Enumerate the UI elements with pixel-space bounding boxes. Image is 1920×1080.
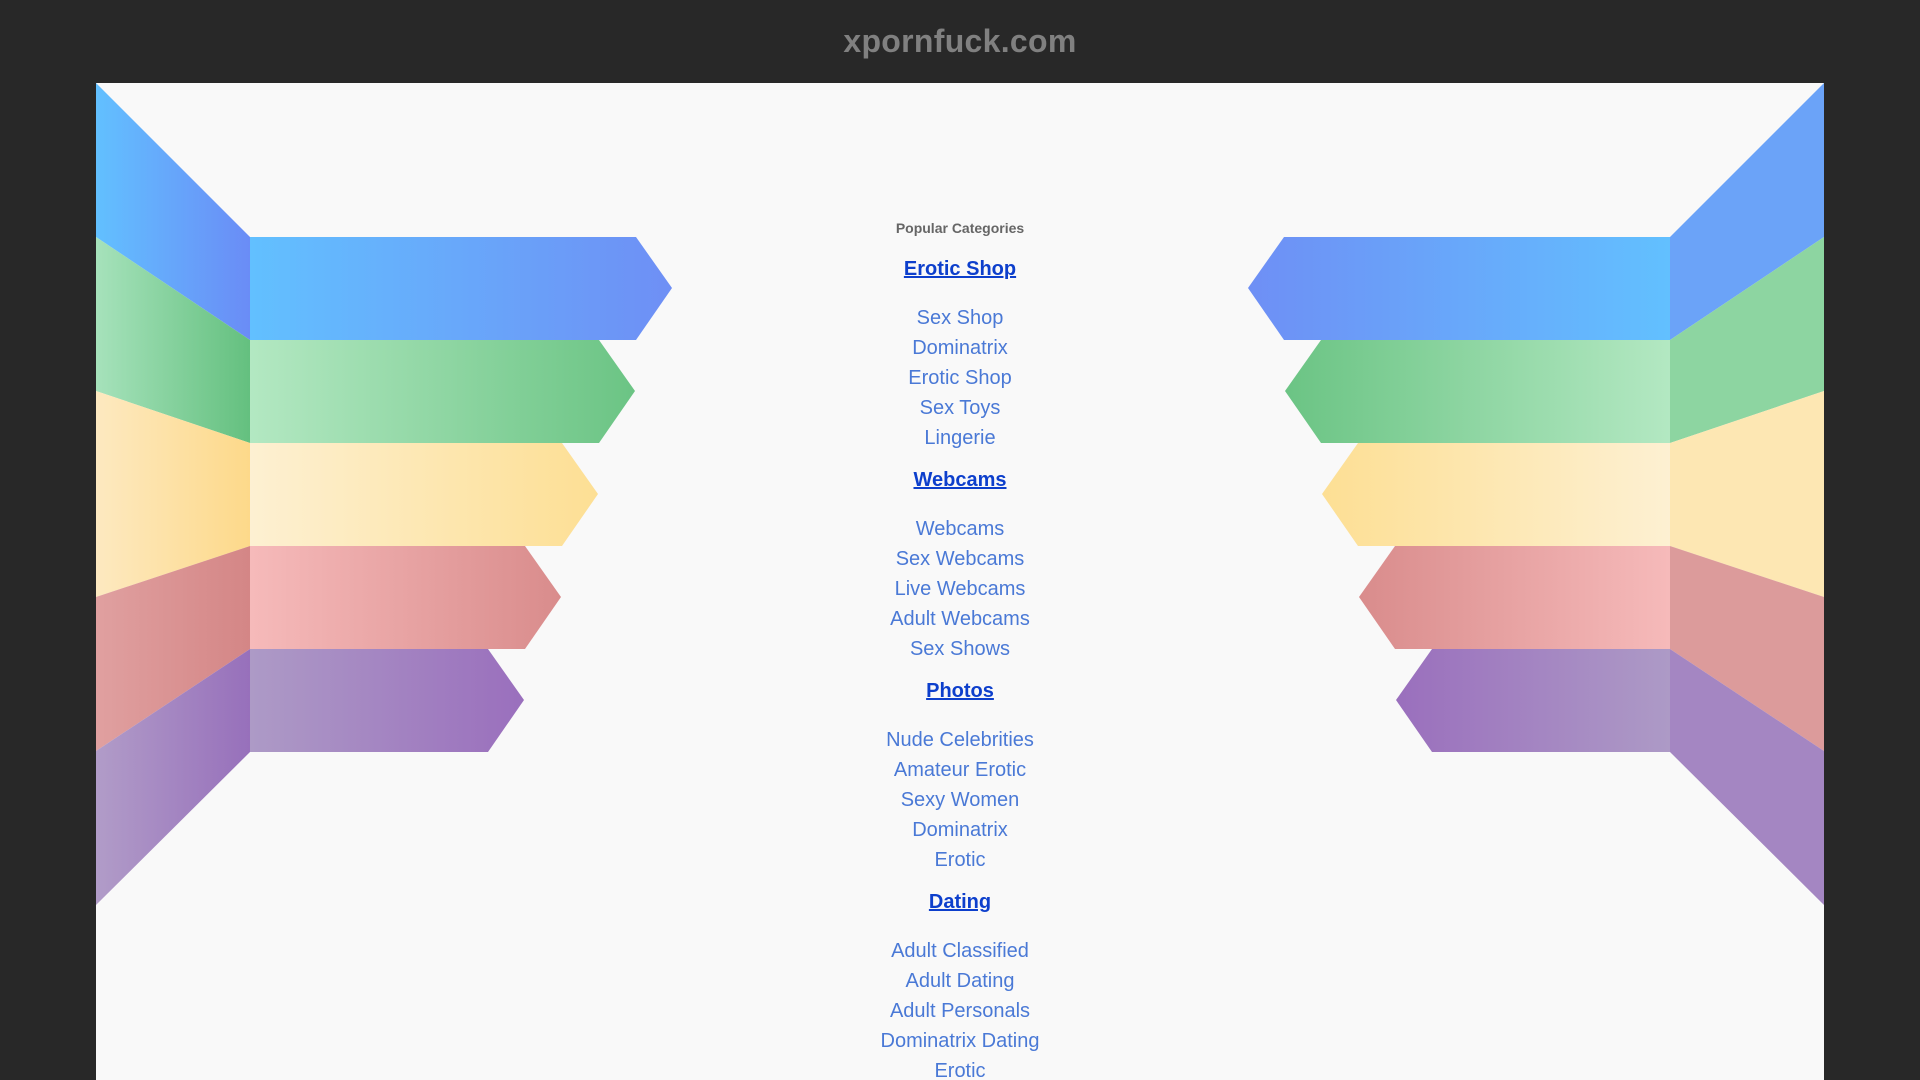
- category-group-dating: Dating Adult Classified Adult Dating Adu…: [96, 890, 1824, 1080]
- category-link[interactable]: Dominatrix Dating: [96, 1026, 1824, 1056]
- categories-heading: Popular Categories: [895, 220, 1025, 236]
- category-link[interactable]: Adult Personals: [96, 996, 1824, 1026]
- category-link[interactable]: Erotic Shop: [96, 363, 1824, 393]
- category-title-link[interactable]: Webcams: [96, 468, 1824, 492]
- category-title-link[interactable]: Photos: [96, 679, 1824, 703]
- category-title-link[interactable]: Dating: [96, 890, 1824, 914]
- category-link[interactable]: Webcams: [96, 514, 1824, 544]
- category-title-link[interactable]: Erotic Shop: [96, 257, 1824, 281]
- category-link[interactable]: Sex Shows: [96, 634, 1824, 664]
- category-link[interactable]: Sex Shop: [96, 303, 1824, 333]
- category-link[interactable]: Live Webcams: [96, 574, 1824, 604]
- category-link[interactable]: Adult Webcams: [96, 604, 1824, 634]
- site-title[interactable]: xpornfuck.com: [0, 0, 1920, 83]
- category-link[interactable]: Nude Celebrities: [96, 725, 1824, 755]
- category-link[interactable]: Dominatrix: [96, 815, 1824, 845]
- category-link[interactable]: Adult Classified: [96, 936, 1824, 966]
- category-link[interactable]: Dominatrix: [96, 333, 1824, 363]
- category-link[interactable]: Amateur Erotic: [96, 755, 1824, 785]
- category-link[interactable]: Adult Dating: [96, 966, 1824, 996]
- category-group-webcams: Webcams Webcams Sex Webcams Live Webcams…: [96, 468, 1824, 664]
- category-link[interactable]: Sex Webcams: [96, 544, 1824, 574]
- category-link[interactable]: Erotic: [96, 1056, 1824, 1080]
- category-link[interactable]: Lingerie: [96, 423, 1824, 453]
- category-group-photos: Photos Nude Celebrities Amateur Erotic S…: [96, 679, 1824, 875]
- category-link[interactable]: Sexy Women: [96, 785, 1824, 815]
- parked-domain-panel: Popular Categories Erotic Shop Sex Shop …: [96, 83, 1824, 1080]
- category-link[interactable]: Sex Toys: [96, 393, 1824, 423]
- category-group-erotic-shop: Erotic Shop Sex Shop Dominatrix Erotic S…: [96, 257, 1824, 453]
- category-link[interactable]: Erotic: [96, 845, 1824, 875]
